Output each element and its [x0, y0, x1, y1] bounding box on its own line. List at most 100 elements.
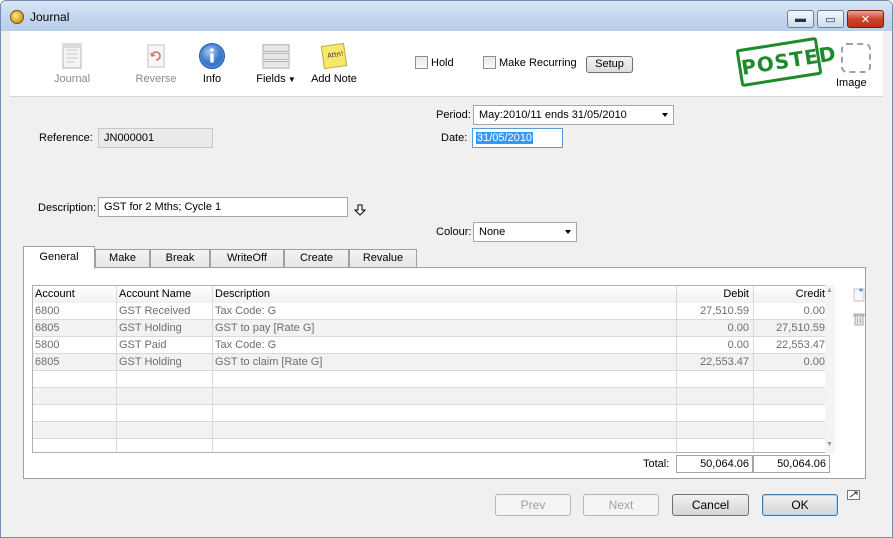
cell-description[interactable]: Tax Code: G [213, 337, 677, 354]
cell-credit[interactable] [754, 405, 829, 422]
description-field[interactable]: GST for 2 Mths; Cycle 1 [98, 197, 348, 217]
hold-label: Hold [431, 56, 454, 69]
cell-account[interactable] [33, 371, 117, 388]
cell-debit[interactable] [677, 371, 754, 388]
cancel-button[interactable]: Cancel [672, 494, 749, 516]
column-header-account[interactable]: Account [33, 286, 117, 303]
cell-credit[interactable]: 0.00 [754, 354, 829, 371]
cell-debit[interactable]: 22,553.47 [677, 354, 754, 371]
cell-credit[interactable] [754, 388, 829, 405]
cell-account[interactable] [33, 439, 117, 452]
setup-button[interactable]: Setup [586, 56, 633, 73]
reference-field[interactable]: JN000001 [98, 128, 213, 148]
next-button[interactable]: Next [583, 494, 659, 516]
cell-account[interactable] [33, 388, 117, 405]
reverse-tool-button[interactable]: Reverse [132, 41, 180, 85]
cell-account[interactable]: 6805 [33, 320, 117, 337]
column-header-description[interactable]: Description [213, 286, 677, 303]
delete-line-icon[interactable] [851, 311, 867, 327]
cell-credit[interactable]: 0.00 [754, 303, 829, 320]
cell-description[interactable] [213, 371, 677, 388]
empty-table-row[interactable] [33, 439, 829, 452]
column-header-credit[interactable]: Credit [754, 286, 829, 303]
cell-description[interactable] [213, 439, 677, 452]
cell-account-name[interactable] [117, 371, 213, 388]
colour-value: None [479, 226, 506, 238]
cell-account-name[interactable]: GST Paid [117, 337, 213, 354]
cell-credit[interactable] [754, 371, 829, 388]
cell-credit[interactable] [754, 422, 829, 439]
journal-tool-button[interactable]: Journal [50, 41, 94, 85]
empty-table-row[interactable] [33, 405, 829, 422]
cell-account-name[interactable]: GST Holding [117, 354, 213, 371]
cell-debit[interactable] [677, 388, 754, 405]
cell-credit[interactable]: 27,510.59 [754, 320, 829, 337]
cell-account[interactable]: 6805 [33, 354, 117, 371]
date-field[interactable]: 31/05/2010 [472, 128, 563, 148]
cell-debit[interactable] [677, 439, 754, 452]
cell-description[interactable]: GST to claim [Rate G] [213, 354, 677, 371]
cell-description[interactable] [213, 405, 677, 422]
tab-general[interactable]: General [23, 246, 95, 269]
cell-account[interactable] [33, 405, 117, 422]
make-recurring-checkbox[interactable]: Make Recurring [483, 56, 577, 69]
ok-button[interactable]: OK [762, 494, 838, 516]
cell-account-name[interactable]: GST Holding [117, 320, 213, 337]
cell-description[interactable] [213, 422, 677, 439]
column-header-account-name[interactable]: Account Name [117, 286, 213, 303]
tab-revalue[interactable]: Revalue [349, 249, 417, 268]
insert-line-icon[interactable] [851, 287, 867, 303]
image-placeholder-icon[interactable] [841, 43, 871, 73]
cell-credit[interactable] [754, 439, 829, 452]
table-row[interactable]: 6800 GST Received Tax Code: G 27,510.59 0.00 [33, 303, 829, 320]
cell-account-name[interactable] [117, 439, 213, 452]
minimize-button[interactable]: ▬ [787, 10, 814, 28]
cell-account-name[interactable]: GST Received [117, 303, 213, 320]
maximize-button[interactable]: ▭ [817, 10, 844, 28]
tab-make[interactable]: Make [95, 249, 150, 268]
description-expand-icon[interactable] [353, 204, 367, 219]
cell-account[interactable]: 5800 [33, 337, 117, 354]
empty-table-row[interactable] [33, 388, 829, 405]
tab-create[interactable]: Create [284, 249, 349, 268]
cell-debit[interactable] [677, 405, 754, 422]
cell-account[interactable]: 6800 [33, 303, 117, 320]
cell-debit[interactable]: 0.00 [677, 337, 754, 354]
tab-writeoff[interactable]: WriteOff [210, 249, 284, 268]
colour-dropdown-arrow-icon[interactable] [565, 230, 571, 234]
cell-debit[interactable]: 0.00 [677, 320, 754, 337]
title-bar[interactable]: Journal ▬ ▭ ✕ [1, 1, 892, 31]
cell-description[interactable]: Tax Code: G [213, 303, 677, 320]
info-tool-button[interactable]: Info [196, 41, 228, 85]
cell-credit[interactable]: 22,553.47 [754, 337, 829, 354]
cell-account-name[interactable] [117, 388, 213, 405]
cell-debit[interactable]: 27,510.59 [677, 303, 754, 320]
cell-account-name[interactable] [117, 405, 213, 422]
period-dropdown-arrow-icon[interactable] [662, 113, 668, 117]
table-row[interactable]: 6805 GST Holding GST to pay [Rate G] 0.00 27… [33, 320, 829, 337]
prev-button[interactable]: Prev [495, 494, 571, 516]
cell-account-name[interactable] [117, 422, 213, 439]
cell-description[interactable] [213, 388, 677, 405]
hold-checkbox[interactable]: Hold [415, 56, 454, 69]
table-row[interactable]: 5800 GST Paid Tax Code: G 0.00 22,553.47 [33, 337, 829, 354]
add-note-tool-button[interactable]: Attn! Add Note [308, 41, 360, 85]
close-button[interactable]: ✕ [847, 10, 884, 28]
empty-table-row[interactable] [33, 422, 829, 439]
column-header-debit[interactable]: Debit [677, 286, 754, 303]
period-dropdown[interactable]: May:2010/11 ends 31/05/2010 [473, 105, 674, 125]
table-row[interactable]: 6805 GST Holding GST to claim [Rate G] 22,5… [33, 354, 829, 371]
cell-debit[interactable] [677, 422, 754, 439]
resize-grip-icon[interactable] [847, 490, 860, 500]
make-recurring-checkbox-box[interactable] [483, 56, 496, 69]
cell-account[interactable] [33, 422, 117, 439]
cell-description[interactable]: GST to pay [Rate G] [213, 320, 677, 337]
fields-tool-button[interactable]: Fields ▼ [256, 41, 296, 85]
colour-dropdown[interactable]: None [473, 222, 577, 242]
scroll-up-icon[interactable]: ▲ [826, 287, 833, 294]
empty-table-row[interactable] [33, 371, 829, 388]
hold-checkbox-box[interactable] [415, 56, 428, 69]
table-vertical-scrollbar[interactable]: ▲ ▼ [825, 285, 835, 453]
tab-break[interactable]: Break [150, 249, 210, 268]
scroll-down-icon[interactable]: ▼ [826, 441, 833, 448]
